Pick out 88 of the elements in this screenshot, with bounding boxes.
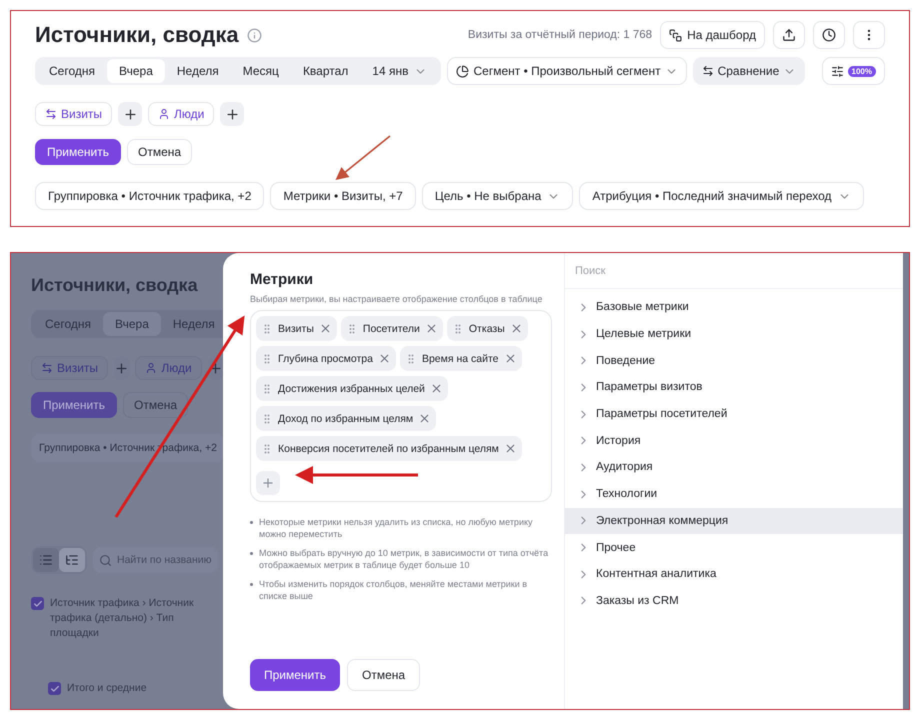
- row-label: Итого и средние: [67, 681, 147, 696]
- date-picker[interactable]: 14 янв: [360, 59, 440, 83]
- annotation-arrow: [336, 135, 390, 180]
- close-icon: [424, 322, 438, 335]
- metric-chip[interactable]: Визиты: [256, 316, 337, 341]
- remove-button[interactable]: [504, 442, 517, 455]
- hint-text: Можно выбрать вручную до 10 метрик, в зависимости от типа отчёта отображаемых метрик в таблице будет больше 10: [259, 547, 550, 571]
- close-icon: [504, 352, 517, 365]
- cancel-button[interactable]: Отмена: [347, 659, 420, 691]
- metric-chip[interactable]: Конверсия посетителей по избранным целям: [256, 436, 522, 461]
- remove-button[interactable]: [378, 352, 391, 365]
- visits-summary: Визиты за отчётный период: 1 768: [468, 29, 652, 41]
- history-button[interactable]: [813, 21, 845, 49]
- view-button[interactable]: [59, 548, 85, 572]
- remove-button[interactable]: [430, 382, 443, 395]
- metric-chip[interactable]: Время на сайте: [400, 346, 522, 371]
- filter-dropdown[interactable]: Группировка • Источник трафика, +2: [35, 182, 264, 210]
- panel-title: Метрики: [250, 271, 314, 288]
- segment-chip[interactable]: Люди: [148, 102, 214, 126]
- period-tab[interactable]: Квартал: [290, 59, 360, 83]
- page-title: Источники, сводка: [31, 275, 199, 296]
- arrows-icon: [41, 362, 53, 374]
- apply-button[interactable]: Применить: [250, 659, 340, 691]
- period-tab[interactable]: Вчера: [107, 59, 165, 83]
- plus-icon: [261, 476, 275, 490]
- view-button[interactable]: [33, 548, 59, 572]
- close-icon: [378, 352, 391, 365]
- close-icon: [318, 322, 332, 335]
- info-icon: [246, 28, 262, 42]
- add-button[interactable]: [118, 102, 142, 126]
- metric-chip[interactable]: Доход по избранным целям: [256, 406, 436, 431]
- segment-chip[interactable]: Визиты: [35, 102, 112, 126]
- list-icon: [39, 553, 53, 567]
- remove-button[interactable]: [424, 322, 438, 335]
- checkbox[interactable]: [48, 682, 61, 695]
- plus-icon: [224, 106, 240, 122]
- plus-icon: [122, 106, 138, 122]
- segment-dropdown[interactable]: Сегмент • Произвольный сегмент: [447, 57, 687, 85]
- pie-icon: [456, 64, 470, 78]
- bullet-dot: [250, 552, 253, 555]
- checkbox[interactable]: [31, 597, 44, 610]
- metric-chip[interactable]: Посетители: [340, 316, 443, 341]
- hint-text: Чтобы изменить порядок столбцов, меняйте местами метрики в списке выше: [259, 578, 528, 602]
- apply-button[interactable]: Применить: [31, 392, 118, 418]
- bullet-dot: [250, 583, 253, 586]
- apply-button[interactable]: Применить: [35, 139, 122, 165]
- close-icon: [504, 442, 517, 455]
- filter-dropdown[interactable]: Атрибуция • Последний значимый переход: [579, 182, 864, 210]
- category-item[interactable]: Электронная коммерция: [565, 508, 903, 534]
- add-button[interactable]: [220, 102, 244, 126]
- hint-text: Некоторые метрики нельзя удалить из списка, но любую метрику можно переместить: [259, 516, 534, 540]
- plus-icon: [114, 360, 130, 376]
- tree-list-icon: [65, 553, 79, 567]
- dashboard-button[interactable]: На дашборд: [660, 21, 765, 49]
- close-icon: [430, 382, 443, 395]
- panel-subtitle: Выбирая метрики, вы настраиваете отображение столбцов в таблице: [250, 294, 544, 304]
- arrows-icon: [45, 108, 57, 120]
- sampling-badge: 100%: [848, 66, 876, 76]
- user-icon: [145, 362, 158, 374]
- search-icon: [99, 554, 112, 566]
- bullet-dot: [250, 521, 253, 524]
- upload-icon: [782, 28, 796, 42]
- remove-button[interactable]: [510, 322, 523, 335]
- remove-button[interactable]: [318, 322, 332, 335]
- remove-button[interactable]: [504, 352, 517, 365]
- add-metric-button[interactable]: [256, 471, 280, 495]
- sliders-icon: [830, 64, 844, 78]
- sampling-button[interactable]: 100%: [822, 57, 885, 85]
- clock-icon: [822, 28, 836, 42]
- comparison-dropdown[interactable]: Сравнение: [692, 57, 806, 85]
- remove-button[interactable]: [418, 412, 432, 425]
- close-icon: [510, 322, 523, 335]
- period-tab[interactable]: Неделя: [164, 59, 231, 83]
- metric-chip[interactable]: Отказы: [446, 316, 528, 341]
- page-title: Источники, сводка: [35, 22, 239, 48]
- row-label: Источник трафика › Источник трафика (детально) › Тип площадки: [50, 596, 195, 641]
- user-icon: [158, 108, 170, 120]
- filter-dropdown[interactable]: Цель • Не выбрана: [422, 182, 574, 210]
- period-tab[interactable]: Сегодня: [37, 59, 107, 83]
- stack-icon: [669, 28, 682, 42]
- metric-chip[interactable]: Глубина просмотра: [256, 346, 396, 371]
- export-button[interactable]: [773, 21, 805, 49]
- metric-chip[interactable]: Достижения избранных целей: [256, 376, 448, 401]
- arrows-icon: [702, 65, 714, 77]
- close-icon: [418, 412, 432, 425]
- filter-dropdown[interactable]: Метрики • Визиты, +7: [270, 182, 416, 210]
- cancel-button[interactable]: Отмена: [127, 139, 192, 165]
- period-tab[interactable]: Месяц: [230, 59, 291, 83]
